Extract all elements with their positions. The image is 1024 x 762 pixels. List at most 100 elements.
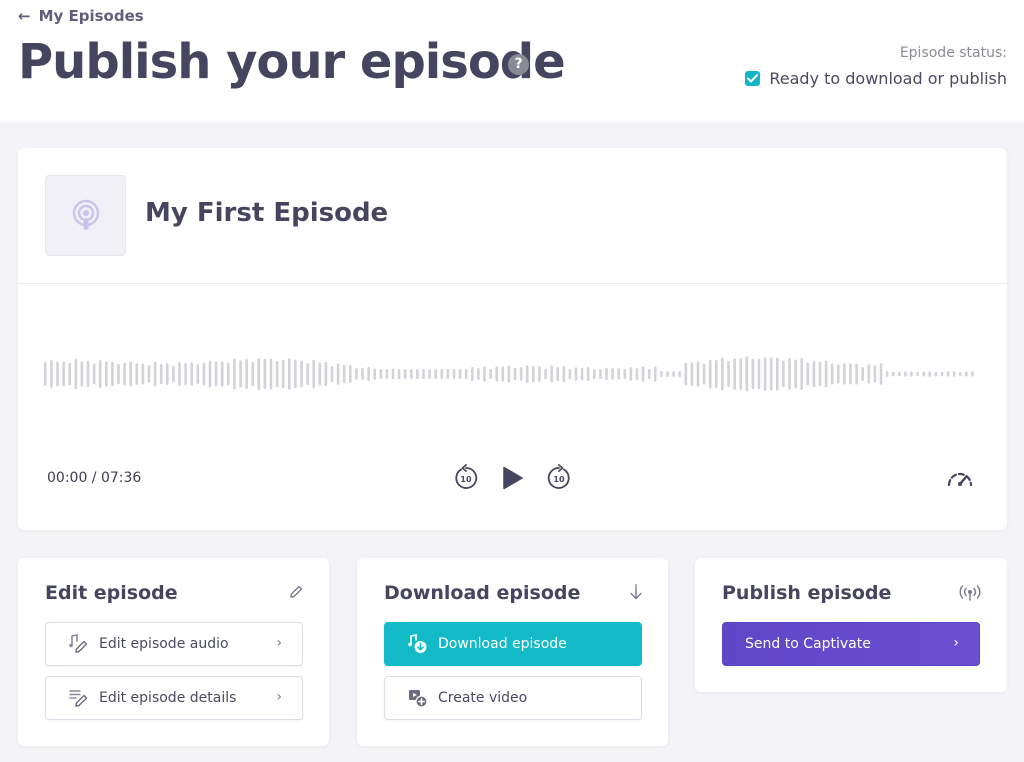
edit-episode-details-button[interactable]: Edit episode details › bbox=[45, 676, 303, 720]
waveform-bar bbox=[824, 360, 828, 388]
waveform-bar bbox=[623, 369, 627, 379]
waveform-bar bbox=[751, 358, 755, 390]
waveform-bar bbox=[660, 371, 663, 377]
waveform-bar bbox=[306, 362, 309, 386]
waveform-bar bbox=[556, 366, 559, 382]
waveform-bar bbox=[361, 368, 364, 380]
play-icon bbox=[503, 466, 523, 490]
waveform-bar bbox=[458, 369, 462, 379]
waveform-bar bbox=[733, 358, 736, 390]
create-video-label: Create video bbox=[438, 690, 528, 706]
waveform-bar bbox=[141, 363, 145, 385]
waveform-bar bbox=[580, 367, 584, 381]
waveform-bar bbox=[129, 361, 132, 387]
waveform-bar bbox=[86, 360, 90, 388]
waveform-bar bbox=[940, 371, 944, 377]
waveform-bar bbox=[763, 357, 767, 391]
waveform-bar bbox=[300, 360, 303, 388]
waveform-bar bbox=[98, 360, 102, 388]
waveform-bar bbox=[288, 358, 291, 390]
waveform-bar bbox=[111, 361, 114, 387]
waveform-bar bbox=[483, 366, 486, 382]
waveform-bar bbox=[159, 363, 163, 385]
waveform-bar bbox=[477, 368, 480, 380]
waveform-bar bbox=[117, 363, 120, 385]
publish-episode-card: Publish episode Send to Captivate › bbox=[695, 558, 1007, 692]
edit-episode-title: Edit episode bbox=[45, 582, 178, 604]
waveform-bar bbox=[611, 368, 614, 380]
edit-episode-audio-button[interactable]: Edit episode audio › bbox=[45, 622, 303, 666]
waveform-bar bbox=[507, 365, 511, 383]
waveform-bar bbox=[849, 363, 852, 385]
rewind-10-icon: 10 bbox=[455, 464, 478, 489]
waveform-bar bbox=[708, 359, 712, 389]
question-circle-icon[interactable]: ? bbox=[508, 54, 529, 75]
waveform-bar bbox=[812, 360, 816, 388]
episode-status-label: Episode status: bbox=[899, 45, 1007, 61]
waveform-bar bbox=[861, 366, 864, 382]
create-video-button[interactable]: Create video bbox=[384, 676, 642, 720]
waveform-bar bbox=[452, 369, 456, 379]
waveform-bar bbox=[532, 365, 535, 383]
waveform-bar bbox=[227, 362, 230, 386]
waveform-bar bbox=[910, 371, 913, 377]
waveform-bar bbox=[50, 360, 53, 388]
waveform-bar bbox=[147, 365, 151, 383]
waveform-bar bbox=[715, 360, 718, 388]
waveform-bar bbox=[538, 366, 541, 382]
ready-checkbox[interactable] bbox=[745, 71, 761, 86]
waveform-bar bbox=[519, 367, 523, 381]
audio-waveform[interactable] bbox=[42, 348, 978, 400]
waveform-bar bbox=[190, 362, 193, 386]
waveform-bar bbox=[153, 361, 157, 387]
podcast-icon bbox=[72, 199, 99, 230]
waveform-bar bbox=[617, 368, 620, 380]
waveform-bar bbox=[56, 361, 59, 387]
waveform-bar bbox=[843, 363, 846, 385]
waveform-bar bbox=[550, 365, 553, 383]
waveform-bar bbox=[788, 358, 791, 390]
forward-10-button[interactable]: 10 bbox=[547, 464, 571, 494]
waveform-bar bbox=[599, 369, 602, 379]
playback-speed-button[interactable] bbox=[946, 468, 974, 492]
waveform-bar bbox=[428, 369, 431, 379]
waveform-bar bbox=[202, 362, 206, 386]
send-to-captivate-button[interactable]: Send to Captivate › bbox=[722, 622, 980, 666]
waveform-bar bbox=[830, 363, 834, 385]
waveform-bar bbox=[330, 365, 334, 383]
back-link[interactable]: ← My Episodes bbox=[18, 7, 144, 25]
episode-status-text: Ready to download or publish bbox=[769, 69, 1007, 88]
waveform-bar bbox=[928, 371, 932, 377]
waveform-bar bbox=[934, 371, 938, 377]
waveform-bar bbox=[172, 365, 175, 383]
waveform-bar bbox=[672, 371, 675, 377]
waveform-bar bbox=[721, 357, 724, 391]
speedometer-icon bbox=[947, 472, 973, 487]
waveform-bar bbox=[635, 368, 639, 380]
waveform-bar bbox=[885, 371, 889, 377]
episode-status: Ready to download or publish bbox=[745, 69, 1007, 88]
waveform-bar bbox=[702, 363, 706, 385]
waveform-bar bbox=[135, 363, 139, 385]
check-icon bbox=[747, 74, 759, 83]
waveform-bar bbox=[837, 364, 840, 384]
waveform-bar bbox=[257, 358, 261, 390]
arrow-left-icon: ← bbox=[18, 7, 31, 25]
play-button[interactable] bbox=[502, 466, 524, 494]
waveform-bar bbox=[391, 368, 395, 380]
broadcast-icon bbox=[959, 585, 981, 605]
waveform-bar bbox=[105, 361, 108, 387]
waveform-bar bbox=[92, 363, 96, 385]
waveform-bar bbox=[769, 357, 773, 391]
send-to-captivate-label: Send to Captivate bbox=[745, 636, 871, 652]
waveform-bar bbox=[739, 358, 742, 390]
waveform-bar bbox=[385, 369, 389, 379]
waveform-bar bbox=[696, 361, 700, 387]
waveform-bar bbox=[898, 371, 901, 377]
download-episode-button[interactable]: Download episode bbox=[384, 622, 642, 666]
waveform-bar bbox=[562, 365, 566, 383]
waveform-bar bbox=[410, 369, 413, 379]
waveform-bar bbox=[959, 371, 962, 377]
rewind-10-button[interactable]: 10 bbox=[454, 464, 478, 494]
waveform-bar bbox=[44, 361, 47, 387]
